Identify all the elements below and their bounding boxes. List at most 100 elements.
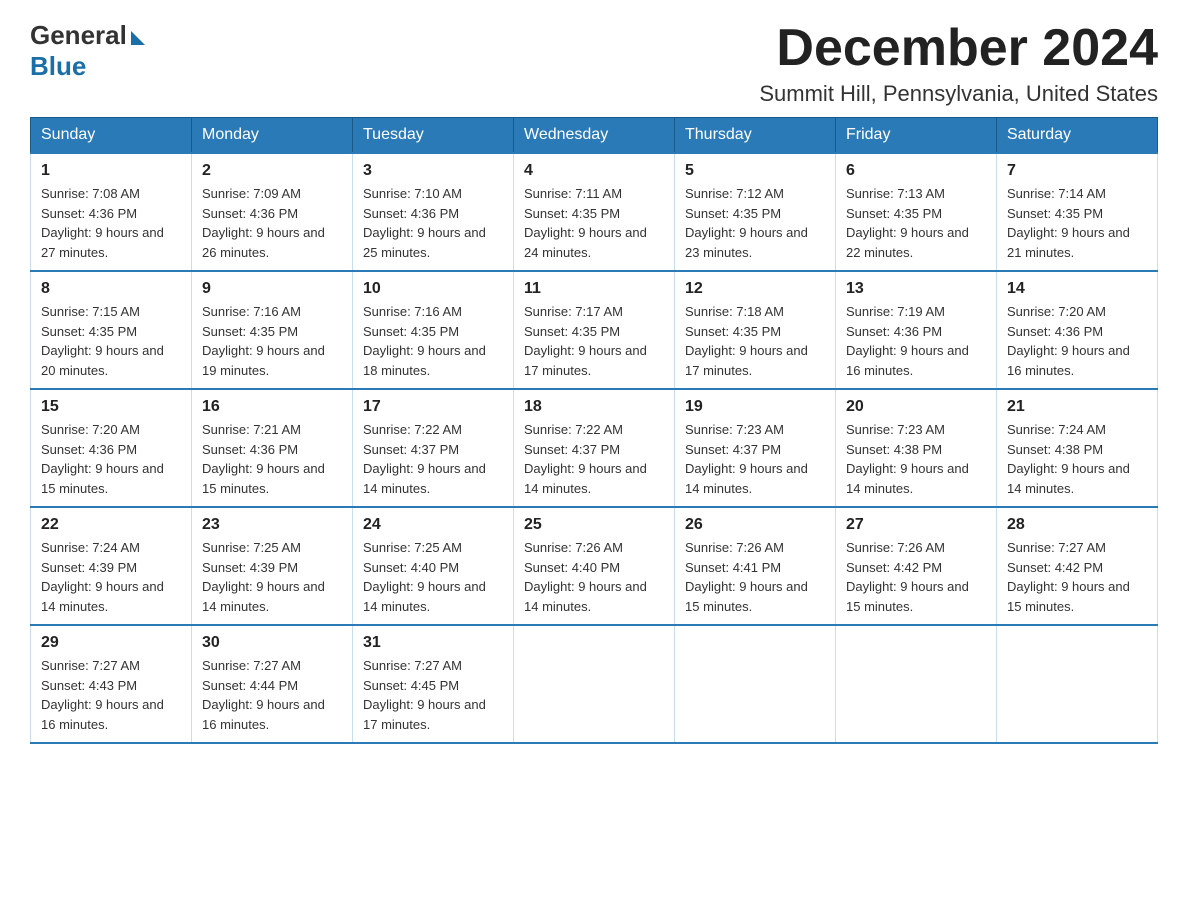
- day-20: 20 Sunrise: 7:23 AM Sunset: 4:38 PM Dayl…: [836, 389, 997, 507]
- day-number: 25: [524, 516, 664, 534]
- day-info: Sunrise: 7:23 AM Sunset: 4:38 PM Dayligh…: [846, 420, 986, 498]
- week-row-2: 8 Sunrise: 7:15 AM Sunset: 4:35 PM Dayli…: [31, 271, 1158, 389]
- day-number: 29: [41, 634, 181, 652]
- day-info: Sunrise: 7:26 AM Sunset: 4:42 PM Dayligh…: [846, 538, 986, 616]
- page-header: General Blue December 2024 Summit Hill, …: [30, 20, 1158, 107]
- page-title: December 2024: [759, 20, 1158, 77]
- day-info: Sunrise: 7:24 AM Sunset: 4:39 PM Dayligh…: [41, 538, 181, 616]
- day-info: Sunrise: 7:27 AM Sunset: 4:43 PM Dayligh…: [41, 656, 181, 734]
- day-number: 30: [202, 634, 342, 652]
- day-number: 14: [1007, 280, 1147, 298]
- day-info: Sunrise: 7:22 AM Sunset: 4:37 PM Dayligh…: [363, 420, 503, 498]
- day-number: 2: [202, 162, 342, 180]
- day-15: 15 Sunrise: 7:20 AM Sunset: 4:36 PM Dayl…: [31, 389, 192, 507]
- day-info: Sunrise: 7:27 AM Sunset: 4:42 PM Dayligh…: [1007, 538, 1147, 616]
- week-row-3: 15 Sunrise: 7:20 AM Sunset: 4:36 PM Dayl…: [31, 389, 1158, 507]
- day-2: 2 Sunrise: 7:09 AM Sunset: 4:36 PM Dayli…: [192, 153, 353, 271]
- header-saturday: Saturday: [997, 118, 1158, 154]
- day-info: Sunrise: 7:23 AM Sunset: 4:37 PM Dayligh…: [685, 420, 825, 498]
- day-number: 21: [1007, 398, 1147, 416]
- day-info: Sunrise: 7:25 AM Sunset: 4:39 PM Dayligh…: [202, 538, 342, 616]
- logo-blue-text: Blue: [30, 51, 86, 82]
- day-info: Sunrise: 7:10 AM Sunset: 4:36 PM Dayligh…: [363, 184, 503, 262]
- day-26: 26 Sunrise: 7:26 AM Sunset: 4:41 PM Dayl…: [675, 507, 836, 625]
- day-number: 16: [202, 398, 342, 416]
- day-number: 20: [846, 398, 986, 416]
- day-18: 18 Sunrise: 7:22 AM Sunset: 4:37 PM Dayl…: [514, 389, 675, 507]
- day-17: 17 Sunrise: 7:22 AM Sunset: 4:37 PM Dayl…: [353, 389, 514, 507]
- day-number: 7: [1007, 162, 1147, 180]
- day-number: 23: [202, 516, 342, 534]
- day-number: 13: [846, 280, 986, 298]
- day-info: Sunrise: 7:08 AM Sunset: 4:36 PM Dayligh…: [41, 184, 181, 262]
- day-number: 4: [524, 162, 664, 180]
- header-tuesday: Tuesday: [353, 118, 514, 154]
- day-10: 10 Sunrise: 7:16 AM Sunset: 4:35 PM Dayl…: [353, 271, 514, 389]
- day-info: Sunrise: 7:18 AM Sunset: 4:35 PM Dayligh…: [685, 302, 825, 380]
- day-info: Sunrise: 7:26 AM Sunset: 4:40 PM Dayligh…: [524, 538, 664, 616]
- day-28: 28 Sunrise: 7:27 AM Sunset: 4:42 PM Dayl…: [997, 507, 1158, 625]
- day-8: 8 Sunrise: 7:15 AM Sunset: 4:35 PM Dayli…: [31, 271, 192, 389]
- day-number: 8: [41, 280, 181, 298]
- empty-cell-4-3: [514, 625, 675, 743]
- calendar-table: SundayMondayTuesdayWednesdayThursdayFrid…: [30, 117, 1158, 744]
- day-info: Sunrise: 7:19 AM Sunset: 4:36 PM Dayligh…: [846, 302, 986, 380]
- day-27: 27 Sunrise: 7:26 AM Sunset: 4:42 PM Dayl…: [836, 507, 997, 625]
- calendar-header-row: SundayMondayTuesdayWednesdayThursdayFrid…: [31, 118, 1158, 154]
- day-number: 19: [685, 398, 825, 416]
- day-info: Sunrise: 7:16 AM Sunset: 4:35 PM Dayligh…: [363, 302, 503, 380]
- day-info: Sunrise: 7:27 AM Sunset: 4:45 PM Dayligh…: [363, 656, 503, 734]
- day-1: 1 Sunrise: 7:08 AM Sunset: 4:36 PM Dayli…: [31, 153, 192, 271]
- day-number: 9: [202, 280, 342, 298]
- day-30: 30 Sunrise: 7:27 AM Sunset: 4:44 PM Dayl…: [192, 625, 353, 743]
- day-info: Sunrise: 7:24 AM Sunset: 4:38 PM Dayligh…: [1007, 420, 1147, 498]
- day-info: Sunrise: 7:26 AM Sunset: 4:41 PM Dayligh…: [685, 538, 825, 616]
- day-22: 22 Sunrise: 7:24 AM Sunset: 4:39 PM Dayl…: [31, 507, 192, 625]
- day-11: 11 Sunrise: 7:17 AM Sunset: 4:35 PM Dayl…: [514, 271, 675, 389]
- day-number: 10: [363, 280, 503, 298]
- day-info: Sunrise: 7:09 AM Sunset: 4:36 PM Dayligh…: [202, 184, 342, 262]
- day-number: 15: [41, 398, 181, 416]
- day-info: Sunrise: 7:20 AM Sunset: 4:36 PM Dayligh…: [41, 420, 181, 498]
- day-14: 14 Sunrise: 7:20 AM Sunset: 4:36 PM Dayl…: [997, 271, 1158, 389]
- day-7: 7 Sunrise: 7:14 AM Sunset: 4:35 PM Dayli…: [997, 153, 1158, 271]
- day-number: 11: [524, 280, 664, 298]
- day-16: 16 Sunrise: 7:21 AM Sunset: 4:36 PM Dayl…: [192, 389, 353, 507]
- day-21: 21 Sunrise: 7:24 AM Sunset: 4:38 PM Dayl…: [997, 389, 1158, 507]
- day-6: 6 Sunrise: 7:13 AM Sunset: 4:35 PM Dayli…: [836, 153, 997, 271]
- day-19: 19 Sunrise: 7:23 AM Sunset: 4:37 PM Dayl…: [675, 389, 836, 507]
- empty-cell-4-4: [675, 625, 836, 743]
- day-5: 5 Sunrise: 7:12 AM Sunset: 4:35 PM Dayli…: [675, 153, 836, 271]
- day-number: 27: [846, 516, 986, 534]
- logo-triangle: [131, 31, 145, 45]
- day-number: 17: [363, 398, 503, 416]
- day-12: 12 Sunrise: 7:18 AM Sunset: 4:35 PM Dayl…: [675, 271, 836, 389]
- day-info: Sunrise: 7:25 AM Sunset: 4:40 PM Dayligh…: [363, 538, 503, 616]
- day-3: 3 Sunrise: 7:10 AM Sunset: 4:36 PM Dayli…: [353, 153, 514, 271]
- empty-cell-4-5: [836, 625, 997, 743]
- week-row-4: 22 Sunrise: 7:24 AM Sunset: 4:39 PM Dayl…: [31, 507, 1158, 625]
- week-row-1: 1 Sunrise: 7:08 AM Sunset: 4:36 PM Dayli…: [31, 153, 1158, 271]
- header-monday: Monday: [192, 118, 353, 154]
- logo: General Blue: [30, 20, 145, 82]
- day-4: 4 Sunrise: 7:11 AM Sunset: 4:35 PM Dayli…: [514, 153, 675, 271]
- day-info: Sunrise: 7:13 AM Sunset: 4:35 PM Dayligh…: [846, 184, 986, 262]
- day-number: 26: [685, 516, 825, 534]
- day-number: 1: [41, 162, 181, 180]
- day-23: 23 Sunrise: 7:25 AM Sunset: 4:39 PM Dayl…: [192, 507, 353, 625]
- day-29: 29 Sunrise: 7:27 AM Sunset: 4:43 PM Dayl…: [31, 625, 192, 743]
- header-friday: Friday: [836, 118, 997, 154]
- day-number: 18: [524, 398, 664, 416]
- day-info: Sunrise: 7:16 AM Sunset: 4:35 PM Dayligh…: [202, 302, 342, 380]
- day-number: 31: [363, 634, 503, 652]
- day-24: 24 Sunrise: 7:25 AM Sunset: 4:40 PM Dayl…: [353, 507, 514, 625]
- day-25: 25 Sunrise: 7:26 AM Sunset: 4:40 PM Dayl…: [514, 507, 675, 625]
- header-wednesday: Wednesday: [514, 118, 675, 154]
- empty-cell-4-6: [997, 625, 1158, 743]
- header-sunday: Sunday: [31, 118, 192, 154]
- day-31: 31 Sunrise: 7:27 AM Sunset: 4:45 PM Dayl…: [353, 625, 514, 743]
- title-block: December 2024 Summit Hill, Pennsylvania,…: [759, 20, 1158, 107]
- day-info: Sunrise: 7:21 AM Sunset: 4:36 PM Dayligh…: [202, 420, 342, 498]
- week-row-5: 29 Sunrise: 7:27 AM Sunset: 4:43 PM Dayl…: [31, 625, 1158, 743]
- day-number: 3: [363, 162, 503, 180]
